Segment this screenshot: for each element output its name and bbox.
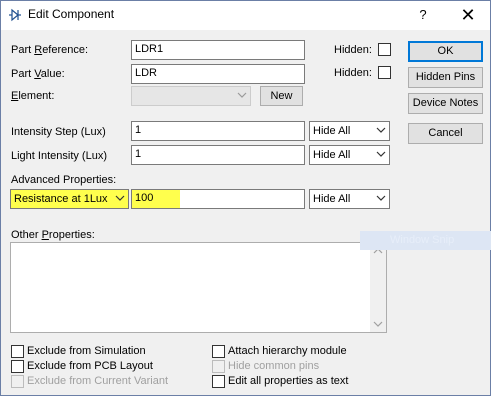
advanced-property-input[interactable]: 100 — [131, 189, 305, 209]
edit-component-dialog: Edit Component ? ✕ Part Reference: LDR1 … — [0, 0, 491, 396]
title-bar: Edit Component ? ✕ — [1, 1, 490, 30]
close-button[interactable]: ✕ — [447, 1, 489, 29]
part-reference-hidden-checkbox[interactable] — [378, 43, 391, 56]
chevron-down-icon — [237, 92, 247, 98]
property-visibility-light-intensity[interactable]: Hide All — [309, 145, 390, 165]
attach-hierarchy-label: Attach hierarchy module — [228, 345, 347, 357]
chevron-down-icon — [376, 127, 386, 133]
property-visibility-intensity-step[interactable]: Hide All — [309, 121, 390, 141]
part-value-label: Part Value: — [11, 68, 65, 80]
part-value-hidden-checkbox[interactable] — [378, 66, 391, 79]
property-input-light-intensity[interactable]: 1 — [131, 145, 305, 165]
other-properties-textarea[interactable] — [10, 242, 387, 333]
element-select[interactable] — [131, 86, 251, 106]
exclude-simulation-label: Exclude from Simulation — [27, 345, 146, 357]
attach-hierarchy-checkbox[interactable] — [212, 345, 225, 358]
exclude-variant-checkbox — [11, 375, 24, 388]
new-element-button[interactable]: New — [260, 86, 303, 106]
part-reference-input[interactable]: LDR1 — [131, 40, 305, 60]
part-reference-hidden-label: Hidden: — [334, 44, 372, 56]
element-label: Element: — [11, 90, 55, 102]
advanced-property-visibility[interactable]: Hide All — [309, 189, 390, 209]
exclude-variant-label: Exclude from Current Variant — [27, 375, 169, 387]
hide-common-pins-label: Hide common pins — [228, 360, 320, 372]
part-value-hidden-label: Hidden: — [334, 67, 372, 79]
property-label-light-intensity: Light Intensity (Lux) — [11, 150, 107, 162]
edit-all-text-checkbox[interactable] — [212, 375, 225, 388]
hide-common-pins-checkbox — [212, 360, 225, 373]
vertical-scrollbar[interactable] — [370, 243, 386, 332]
help-button[interactable]: ? — [405, 1, 441, 29]
exclude-pcb-checkbox[interactable] — [11, 360, 24, 373]
window-snip-watermark: Window Snip — [360, 231, 491, 250]
component-icon — [9, 8, 21, 22]
exclude-pcb-label: Exclude from PCB Layout — [27, 360, 153, 372]
advanced-properties-label: Advanced Properties: — [11, 174, 117, 186]
edit-all-text-label: Edit all properties as text — [228, 375, 349, 387]
chevron-down-icon — [376, 151, 386, 157]
window-title: Edit Component — [28, 7, 115, 21]
part-value-input[interactable]: LDR — [131, 64, 305, 84]
other-properties-label: Other Properties: — [11, 229, 95, 241]
hidden-pins-button[interactable]: Hidden Pins — [408, 67, 483, 88]
chevron-down-icon — [376, 195, 386, 201]
part-reference-label: Part Reference: — [11, 44, 89, 56]
property-label-intensity-step: Intensity Step (Lux) — [11, 126, 106, 138]
cancel-button[interactable]: Cancel — [408, 123, 483, 144]
property-input-intensity-step[interactable]: 1 — [131, 121, 305, 141]
chevron-down-icon — [115, 195, 125, 201]
advanced-property-select[interactable]: Resistance at 1Lux — [10, 189, 129, 209]
ok-button[interactable]: OK — [408, 41, 483, 62]
scroll-down-icon[interactable] — [373, 320, 383, 328]
device-notes-button[interactable]: Device Notes — [408, 93, 483, 114]
exclude-simulation-checkbox[interactable] — [11, 345, 24, 358]
